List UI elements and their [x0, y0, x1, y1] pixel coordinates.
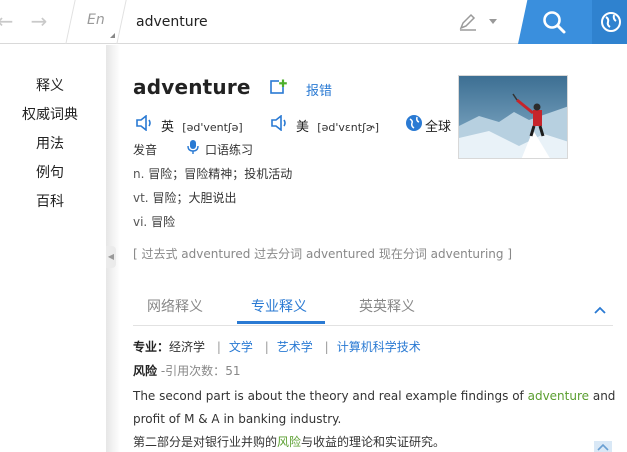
- part-of-speech: vt.: [133, 191, 149, 205]
- example-zh-text: 第二部分是对银行业并购的: [133, 435, 278, 449]
- field-label: 专业：: [133, 340, 170, 354]
- term-word: 风险: [133, 364, 158, 378]
- speaker-uk-icon[interactable]: [135, 115, 155, 131]
- forward-arrow-icon[interactable]: →: [28, 10, 50, 32]
- separator: |: [216, 340, 221, 354]
- global-pronunciation-icon[interactable]: [405, 114, 423, 132]
- sidebar: 释义 权威词典 用法 例句 百科: [0, 45, 106, 452]
- handwriting-pen-icon[interactable]: [458, 12, 478, 32]
- top-bar: ← → En: [0, 0, 627, 44]
- back-to-top-button[interactable]: [594, 441, 612, 452]
- example-zh-text: 与收益的理论和实证研究。: [301, 435, 446, 449]
- sidebar-item-examples[interactable]: 例句: [0, 162, 100, 182]
- headword: adventure: [133, 75, 251, 99]
- word-forms: [ 过去式 adventured 过去分词 adventured 现在分词 ad…: [133, 247, 513, 261]
- search-input[interactable]: [130, 8, 430, 36]
- sidebar-item-encyclopedia[interactable]: 百科: [0, 191, 100, 211]
- field-link-computer-science[interactable]: 计算机科学技术: [337, 340, 421, 354]
- example-en-keyword[interactable]: adventure: [528, 389, 589, 403]
- web-search-button[interactable]: [592, 0, 627, 44]
- pron-uk-phonetic: [əd'ventʃə]: [182, 121, 243, 134]
- pronunciation-uk: 英 [əd'ventʃə]: [161, 116, 243, 135]
- example-zh-keyword[interactable]: 风险: [277, 435, 301, 449]
- definition-row: vi. 冒险: [133, 213, 175, 230]
- sidebar-item-definition[interactable]: 释义: [0, 75, 100, 95]
- global-pronunciation-label[interactable]: 全球: [425, 116, 451, 135]
- oral-practice-link[interactable]: 口语练习: [205, 141, 253, 158]
- pronunciation-label: 发音: [133, 143, 158, 157]
- pron-us-phonetic: [əd'vɛntʃɚ]: [317, 121, 380, 134]
- example-en-text: The second part is about the theory and …: [133, 389, 528, 403]
- definition-tabs: 网络释义 专业释义 英英释义: [133, 296, 613, 326]
- field-link-art[interactable]: 艺术学: [277, 340, 313, 354]
- definition-row: vt. 冒险；大胆说出: [133, 189, 236, 206]
- microphone-icon[interactable]: [186, 139, 200, 155]
- part-of-speech: vi.: [133, 215, 148, 229]
- field-link-literature[interactable]: 文学: [229, 340, 253, 354]
- language-corner-icon: [110, 33, 115, 38]
- definition-text: 冒险；大胆说出: [152, 191, 237, 205]
- active-tab-indicator: [237, 321, 325, 324]
- pronunciation-us: 美 [əd'vɛntʃɚ]: [296, 116, 379, 135]
- pron-uk-label: 英: [161, 120, 175, 135]
- definition-text: 冒险；冒险精神；投机活动: [148, 167, 293, 181]
- separator: |: [264, 340, 269, 354]
- back-arrow-icon[interactable]: ←: [0, 10, 16, 32]
- citation-label: -引用次数：: [160, 364, 226, 378]
- current-field: 经济学: [169, 340, 206, 354]
- add-to-wordbook-icon[interactable]: [270, 78, 288, 96]
- scroll-top-icon: [597, 443, 609, 451]
- globe-icon: [601, 12, 621, 32]
- example-sentence-zh: 第二部分是对银行业并购的风险与收益的理论和实证研究。: [133, 433, 445, 450]
- collapse-sidebar-icon[interactable]: ◀: [106, 246, 116, 268]
- sidebar-item-authoritative-dictionary[interactable]: 权威词典: [0, 104, 100, 124]
- search-icon[interactable]: [541, 9, 567, 35]
- word-illustration-image[interactable]: [458, 75, 568, 159]
- tab-english-definition[interactable]: 英英释义: [359, 296, 415, 316]
- sidebar-item-usage[interactable]: 用法: [0, 133, 100, 153]
- language-label[interactable]: En: [87, 12, 105, 28]
- professional-field-row: 专业：经济学 | 文学 | 艺术学 | 计算机科学技术: [133, 338, 421, 355]
- report-error-link[interactable]: 报错: [306, 80, 332, 99]
- chevron-up-icon[interactable]: [593, 305, 607, 315]
- term-heading: 风险 -引用次数：51: [133, 362, 240, 379]
- definition-row: n. 冒险；冒险精神；投机活动: [133, 165, 292, 182]
- speaker-us-icon[interactable]: [270, 115, 290, 131]
- part-of-speech: n.: [133, 167, 145, 181]
- tab-professional-definition[interactable]: 专业释义: [251, 296, 307, 316]
- example-sentence-en: The second part is about the theory and …: [133, 385, 618, 431]
- tab-web-definition[interactable]: 网络释义: [147, 296, 203, 316]
- citation-count: 51: [225, 364, 241, 378]
- pen-dropdown-caret-icon[interactable]: [489, 19, 497, 24]
- separator: |: [324, 340, 329, 354]
- pron-us-label: 美: [296, 120, 310, 135]
- definition-text: 冒险: [151, 215, 176, 229]
